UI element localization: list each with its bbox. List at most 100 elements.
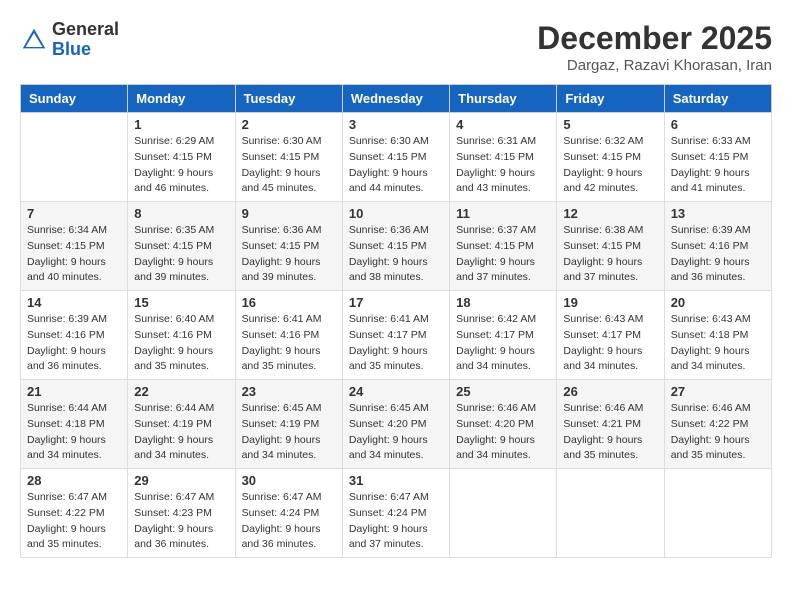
calendar-cell: 12 Sunrise: 6:38 AM Sunset: 4:15 PM Dayli… xyxy=(557,202,664,291)
day-info: Sunrise: 6:42 AM Sunset: 4:17 PM Dayligh… xyxy=(456,312,550,375)
day-info: Sunrise: 6:44 AM Sunset: 4:18 PM Dayligh… xyxy=(27,401,121,464)
day-number: 9 xyxy=(242,206,336,221)
day-number: 17 xyxy=(349,295,443,310)
calendar-cell: 23 Sunrise: 6:45 AM Sunset: 4:19 PM Dayli… xyxy=(235,380,342,469)
day-info: Sunrise: 6:35 AM Sunset: 4:15 PM Dayligh… xyxy=(134,223,228,286)
day-number: 20 xyxy=(671,295,765,310)
day-number: 15 xyxy=(134,295,228,310)
calendar-cell: 14 Sunrise: 6:39 AM Sunset: 4:16 PM Dayli… xyxy=(21,291,128,380)
calendar-cell xyxy=(557,469,664,558)
weekday-header-friday: Friday xyxy=(557,85,664,113)
day-info: Sunrise: 6:45 AM Sunset: 4:19 PM Dayligh… xyxy=(242,401,336,464)
day-number: 23 xyxy=(242,384,336,399)
calendar-cell: 31 Sunrise: 6:47 AM Sunset: 4:24 PM Dayli… xyxy=(342,469,449,558)
day-number: 29 xyxy=(134,473,228,488)
day-number: 8 xyxy=(134,206,228,221)
calendar-cell: 16 Sunrise: 6:41 AM Sunset: 4:16 PM Dayli… xyxy=(235,291,342,380)
day-info: Sunrise: 6:29 AM Sunset: 4:15 PM Dayligh… xyxy=(134,134,228,197)
day-info: Sunrise: 6:39 AM Sunset: 4:16 PM Dayligh… xyxy=(671,223,765,286)
calendar-cell: 24 Sunrise: 6:45 AM Sunset: 4:20 PM Dayli… xyxy=(342,380,449,469)
day-info: Sunrise: 6:41 AM Sunset: 4:16 PM Dayligh… xyxy=(242,312,336,375)
calendar-cell xyxy=(450,469,557,558)
calendar-cell: 29 Sunrise: 6:47 AM Sunset: 4:23 PM Dayli… xyxy=(128,469,235,558)
day-info: Sunrise: 6:36 AM Sunset: 4:15 PM Dayligh… xyxy=(242,223,336,286)
calendar-cell: 5 Sunrise: 6:32 AM Sunset: 4:15 PM Daylig… xyxy=(557,113,664,202)
weekday-header-thursday: Thursday xyxy=(450,85,557,113)
day-info: Sunrise: 6:47 AM Sunset: 4:24 PM Dayligh… xyxy=(349,490,443,553)
calendar-cell: 2 Sunrise: 6:30 AM Sunset: 4:15 PM Daylig… xyxy=(235,113,342,202)
day-number: 19 xyxy=(563,295,657,310)
day-info: Sunrise: 6:47 AM Sunset: 4:23 PM Dayligh… xyxy=(134,490,228,553)
day-number: 5 xyxy=(563,117,657,132)
day-number: 1 xyxy=(134,117,228,132)
calendar-cell: 7Sunrise: 6:34 AM Sunset: 4:15 PM Daylig… xyxy=(21,202,128,291)
calendar-cell: 20 Sunrise: 6:43 AM Sunset: 4:18 PM Dayli… xyxy=(664,291,771,380)
calendar-week-row: 1 Sunrise: 6:29 AM Sunset: 4:15 PM Daylig… xyxy=(21,113,772,202)
day-info: Sunrise: 6:43 AM Sunset: 4:17 PM Dayligh… xyxy=(563,312,657,375)
calendar-cell: 10Sunrise: 6:36 AM Sunset: 4:15 PM Dayli… xyxy=(342,202,449,291)
calendar-cell: 6 Sunrise: 6:33 AM Sunset: 4:15 PM Daylig… xyxy=(664,113,771,202)
day-number: 22 xyxy=(134,384,228,399)
day-info: Sunrise: 6:44 AM Sunset: 4:19 PM Dayligh… xyxy=(134,401,228,464)
day-info: Sunrise: 6:30 AM Sunset: 4:15 PM Dayligh… xyxy=(349,134,443,197)
day-number: 31 xyxy=(349,473,443,488)
calendar-cell: 1 Sunrise: 6:29 AM Sunset: 4:15 PM Daylig… xyxy=(128,113,235,202)
calendar-cell: 13 Sunrise: 6:39 AM Sunset: 4:16 PM Dayli… xyxy=(664,202,771,291)
day-info: Sunrise: 6:31 AM Sunset: 4:15 PM Dayligh… xyxy=(456,134,550,197)
title-block: December 2025 Dargaz, Razavi Khorasan, I… xyxy=(537,20,772,74)
day-number: 6 xyxy=(671,117,765,132)
day-number: 11 xyxy=(456,206,550,221)
calendar-cell: 11Sunrise: 6:37 AM Sunset: 4:15 PM Dayli… xyxy=(450,202,557,291)
day-info: Sunrise: 6:47 AM Sunset: 4:24 PM Dayligh… xyxy=(242,490,336,553)
calendar-week-row: 21Sunrise: 6:44 AM Sunset: 4:18 PM Dayli… xyxy=(21,380,772,469)
logo-icon xyxy=(20,26,48,54)
day-number: 27 xyxy=(671,384,765,399)
day-number: 13 xyxy=(671,206,765,221)
calendar-header: SundayMondayTuesdayWednesdayThursdayFrid… xyxy=(21,85,772,113)
weekday-header-tuesday: Tuesday xyxy=(235,85,342,113)
calendar-cell xyxy=(21,113,128,202)
day-info: Sunrise: 6:39 AM Sunset: 4:16 PM Dayligh… xyxy=(27,312,121,375)
calendar-week-row: 28Sunrise: 6:47 AM Sunset: 4:22 PM Dayli… xyxy=(21,469,772,558)
calendar-cell: 27 Sunrise: 6:46 AM Sunset: 4:22 PM Dayli… xyxy=(664,380,771,469)
day-info: Sunrise: 6:40 AM Sunset: 4:16 PM Dayligh… xyxy=(134,312,228,375)
day-number: 30 xyxy=(242,473,336,488)
calendar-week-row: 7Sunrise: 6:34 AM Sunset: 4:15 PM Daylig… xyxy=(21,202,772,291)
day-info: Sunrise: 6:34 AM Sunset: 4:15 PM Dayligh… xyxy=(27,223,121,286)
logo-general: General xyxy=(52,20,119,40)
logo: General Blue xyxy=(20,20,119,60)
weekday-header-wednesday: Wednesday xyxy=(342,85,449,113)
calendar-cell: 22 Sunrise: 6:44 AM Sunset: 4:19 PM Dayli… xyxy=(128,380,235,469)
day-info: Sunrise: 6:46 AM Sunset: 4:22 PM Dayligh… xyxy=(671,401,765,464)
day-number: 28 xyxy=(27,473,121,488)
calendar-cell: 18Sunrise: 6:42 AM Sunset: 4:17 PM Dayli… xyxy=(450,291,557,380)
calendar-cell: 26Sunrise: 6:46 AM Sunset: 4:21 PM Dayli… xyxy=(557,380,664,469)
day-info: Sunrise: 6:32 AM Sunset: 4:15 PM Dayligh… xyxy=(563,134,657,197)
day-number: 16 xyxy=(242,295,336,310)
day-number: 2 xyxy=(242,117,336,132)
logo-text: General Blue xyxy=(52,20,119,60)
calendar-cell: 21Sunrise: 6:44 AM Sunset: 4:18 PM Dayli… xyxy=(21,380,128,469)
logo-blue: Blue xyxy=(52,40,119,60)
day-info: Sunrise: 6:38 AM Sunset: 4:15 PM Dayligh… xyxy=(563,223,657,286)
day-info: Sunrise: 6:30 AM Sunset: 4:15 PM Dayligh… xyxy=(242,134,336,197)
day-info: Sunrise: 6:33 AM Sunset: 4:15 PM Dayligh… xyxy=(671,134,765,197)
calendar-cell: 9 Sunrise: 6:36 AM Sunset: 4:15 PM Daylig… xyxy=(235,202,342,291)
calendar-cell: 28Sunrise: 6:47 AM Sunset: 4:22 PM Dayli… xyxy=(21,469,128,558)
calendar-cell: 25Sunrise: 6:46 AM Sunset: 4:20 PM Dayli… xyxy=(450,380,557,469)
day-info: Sunrise: 6:45 AM Sunset: 4:20 PM Dayligh… xyxy=(349,401,443,464)
day-info: Sunrise: 6:43 AM Sunset: 4:18 PM Dayligh… xyxy=(671,312,765,375)
weekday-header-row: SundayMondayTuesdayWednesdayThursdayFrid… xyxy=(21,85,772,113)
calendar-body: 1 Sunrise: 6:29 AM Sunset: 4:15 PM Daylig… xyxy=(21,113,772,558)
day-number: 24 xyxy=(349,384,443,399)
day-number: 14 xyxy=(27,295,121,310)
day-info: Sunrise: 6:41 AM Sunset: 4:17 PM Dayligh… xyxy=(349,312,443,375)
day-number: 12 xyxy=(563,206,657,221)
weekday-header-sunday: Sunday xyxy=(21,85,128,113)
weekday-header-saturday: Saturday xyxy=(664,85,771,113)
calendar-cell: 3Sunrise: 6:30 AM Sunset: 4:15 PM Daylig… xyxy=(342,113,449,202)
calendar-cell: 4Sunrise: 6:31 AM Sunset: 4:15 PM Daylig… xyxy=(450,113,557,202)
calendar-cell: 30 Sunrise: 6:47 AM Sunset: 4:24 PM Dayli… xyxy=(235,469,342,558)
calendar-cell: 8 Sunrise: 6:35 AM Sunset: 4:15 PM Daylig… xyxy=(128,202,235,291)
calendar-table: SundayMondayTuesdayWednesdayThursdayFrid… xyxy=(20,84,772,558)
